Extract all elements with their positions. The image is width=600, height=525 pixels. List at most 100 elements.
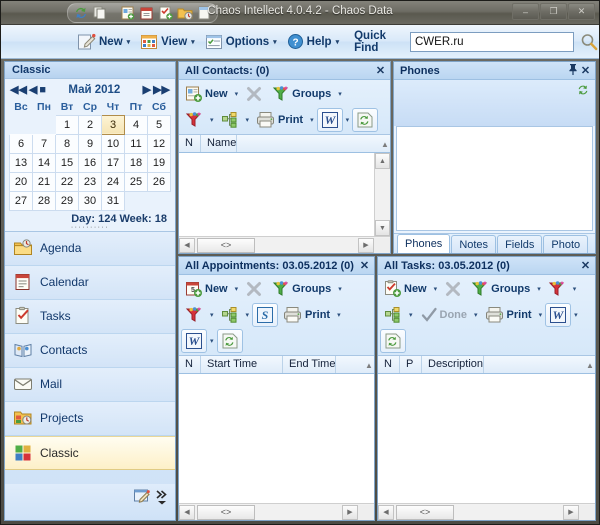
chevron-down-icon[interactable]: ▾ [535,285,543,293]
chevron-down-icon[interactable]: ▾ [208,311,216,319]
scroll-thumb[interactable]: <> [197,505,255,520]
new-contact-icon[interactable] [120,5,136,21]
chevron-down-icon[interactable]: ▾ [273,38,277,46]
scroll-down-icon[interactable]: ▼ [375,220,390,236]
scroll-left-icon[interactable]: ◀ [179,505,195,520]
sidebar-item-calendar[interactable]: Calendar [5,266,175,300]
calendar-day-19[interactable]: 19 [148,153,171,172]
column-header-description[interactable]: Description [422,356,484,373]
chevron-down-icon[interactable]: ▾ [432,285,440,293]
refresh-button[interactable] [217,329,243,353]
calendar-day-21[interactable]: 21 [33,172,56,191]
appointments-horizontal-scrollbar[interactable]: ◀ <> ▶ [179,503,374,520]
scroll-thumb[interactable]: <> [197,238,255,253]
calendar-day-14[interactable]: 14 [33,153,56,172]
scroll-right-icon[interactable]: ▶ [358,238,374,253]
scroll-thumb[interactable]: <> [396,505,454,520]
contacts-vertical-scrollbar[interactable]: ▲ ▼ [374,153,390,236]
new-button[interactable]: New [380,277,431,301]
chevron-down-icon[interactable]: ▾ [191,38,195,46]
sync-icon[interactable] [73,5,89,21]
help-button[interactable]: ? Help ▾ [282,29,344,55]
calendar-day-2[interactable]: 2 [79,115,102,134]
contacts-horizontal-scrollbar[interactable]: ◀ <> ▶ [179,236,390,253]
calendar-day-25[interactable]: 25 [125,172,148,191]
tab-phones[interactable]: Phones [397,234,450,253]
word-button[interactable]: W [317,108,343,132]
calendar-day-7[interactable]: 7 [33,134,56,153]
sidebar-item-mail[interactable]: Mail [5,368,175,402]
new-note-icon[interactable] [196,5,212,21]
column-header-start-time[interactable]: Start Time [201,356,283,373]
sidebar-item-contacts[interactable]: Contacts [5,334,175,368]
scroll-up-icon[interactable]: ▲ [375,153,390,169]
close-icon[interactable]: ✕ [579,64,592,77]
contacts-rows[interactable] [179,153,374,236]
new-button[interactable]: New ▾ [71,29,135,55]
print-button[interactable]: Print [279,303,334,327]
groups-button[interactable]: Groups [467,277,534,301]
chevron-down-icon[interactable]: ▾ [244,116,252,124]
calendar-prev-icon[interactable]: ◀ [28,85,38,96]
configure-icon[interactable] [133,488,151,506]
maximize-button[interactable]: ❐ [540,3,567,20]
refresh-button[interactable] [352,108,378,132]
calendar-day-20[interactable]: 20 [10,172,33,191]
close-button[interactable]: ✕ [568,3,595,20]
close-icon[interactable]: ✕ [374,64,387,77]
calendar-day-18[interactable]: 18 [125,153,148,172]
chevron-down-icon[interactable]: ▾ [244,311,252,319]
calendar-day-4[interactable]: 4 [125,115,148,134]
chevron-down-icon[interactable]: ▾ [233,285,241,293]
new-project-icon[interactable] [177,5,193,21]
calendar-day-12[interactable]: 12 [148,134,171,153]
calendar-day-29[interactable]: 29 [56,191,79,210]
tasks-horizontal-scrollbar[interactable]: ◀ <> ▶ [378,503,595,520]
groups-button[interactable]: Groups [268,277,335,301]
scroll-left-icon[interactable]: ◀ [179,238,195,253]
column-header-n[interactable]: N [179,135,201,152]
groups-button[interactable]: Groups [268,82,335,106]
chevron-down-icon[interactable]: ▾ [208,116,216,124]
calendar-today-icon[interactable]: ■ [38,85,47,96]
chevron-down-icon[interactable]: ▾ [344,116,352,124]
copy-icon[interactable] [92,5,108,21]
calendar-day-22[interactable]: 22 [56,172,79,191]
calendar-day-8[interactable]: 8 [56,134,79,153]
hierarchy-button[interactable] [217,303,243,327]
chevron-down-icon[interactable]: ▾ [571,285,579,293]
chevron-down-icon[interactable]: ▾ [407,311,415,319]
phones-list[interactable] [396,126,593,231]
chevron-down-icon[interactable]: ▾ [336,38,340,46]
scroll-left-icon[interactable]: ◀ [378,505,394,520]
chevron-down-icon[interactable]: ▾ [335,311,343,319]
scroll-right-icon[interactable]: ▶ [563,505,579,520]
column-header-n[interactable]: N [179,356,201,373]
tasks-rows[interactable] [378,374,595,503]
calendar-day-9[interactable]: 9 [79,134,102,153]
close-icon[interactable]: ✕ [358,259,371,272]
calendar-next-icon[interactable]: ▶ [142,85,152,96]
filter-button[interactable] [181,108,207,132]
sort-indicator-icon[interactable]: ▲ [374,135,390,152]
calendar-first-icon[interactable]: ◀◀ [9,85,28,96]
calendar-day-28[interactable]: 28 [33,191,56,210]
pin-icon[interactable] [566,63,579,78]
tab-fields[interactable]: Fields [497,235,542,253]
calendar-day-10[interactable]: 10 [102,134,125,153]
sidebar-item-agenda[interactable]: Agenda [5,232,175,266]
hierarchy-button[interactable] [217,108,243,132]
tab-photo[interactable]: Photo [543,235,588,253]
chevron-down-icon[interactable]: ▾ [208,337,216,345]
minimize-button[interactable]: – [512,3,539,20]
options-button[interactable]: Options ▾ [200,29,282,55]
sort-indicator-icon[interactable]: ▲ [579,356,595,373]
chevron-down-icon[interactable]: ▾ [336,285,344,293]
word-button[interactable]: W [545,303,571,327]
calendar-day-3[interactable]: 3 [102,115,125,134]
calendar-day-26[interactable]: 26 [148,172,171,191]
scroll-right-icon[interactable]: ▶ [342,505,358,520]
sidebar-item-projects[interactable]: Projects [5,402,175,436]
calendar-day-1[interactable]: 1 [56,115,79,134]
sync-icon[interactable] [576,83,590,126]
